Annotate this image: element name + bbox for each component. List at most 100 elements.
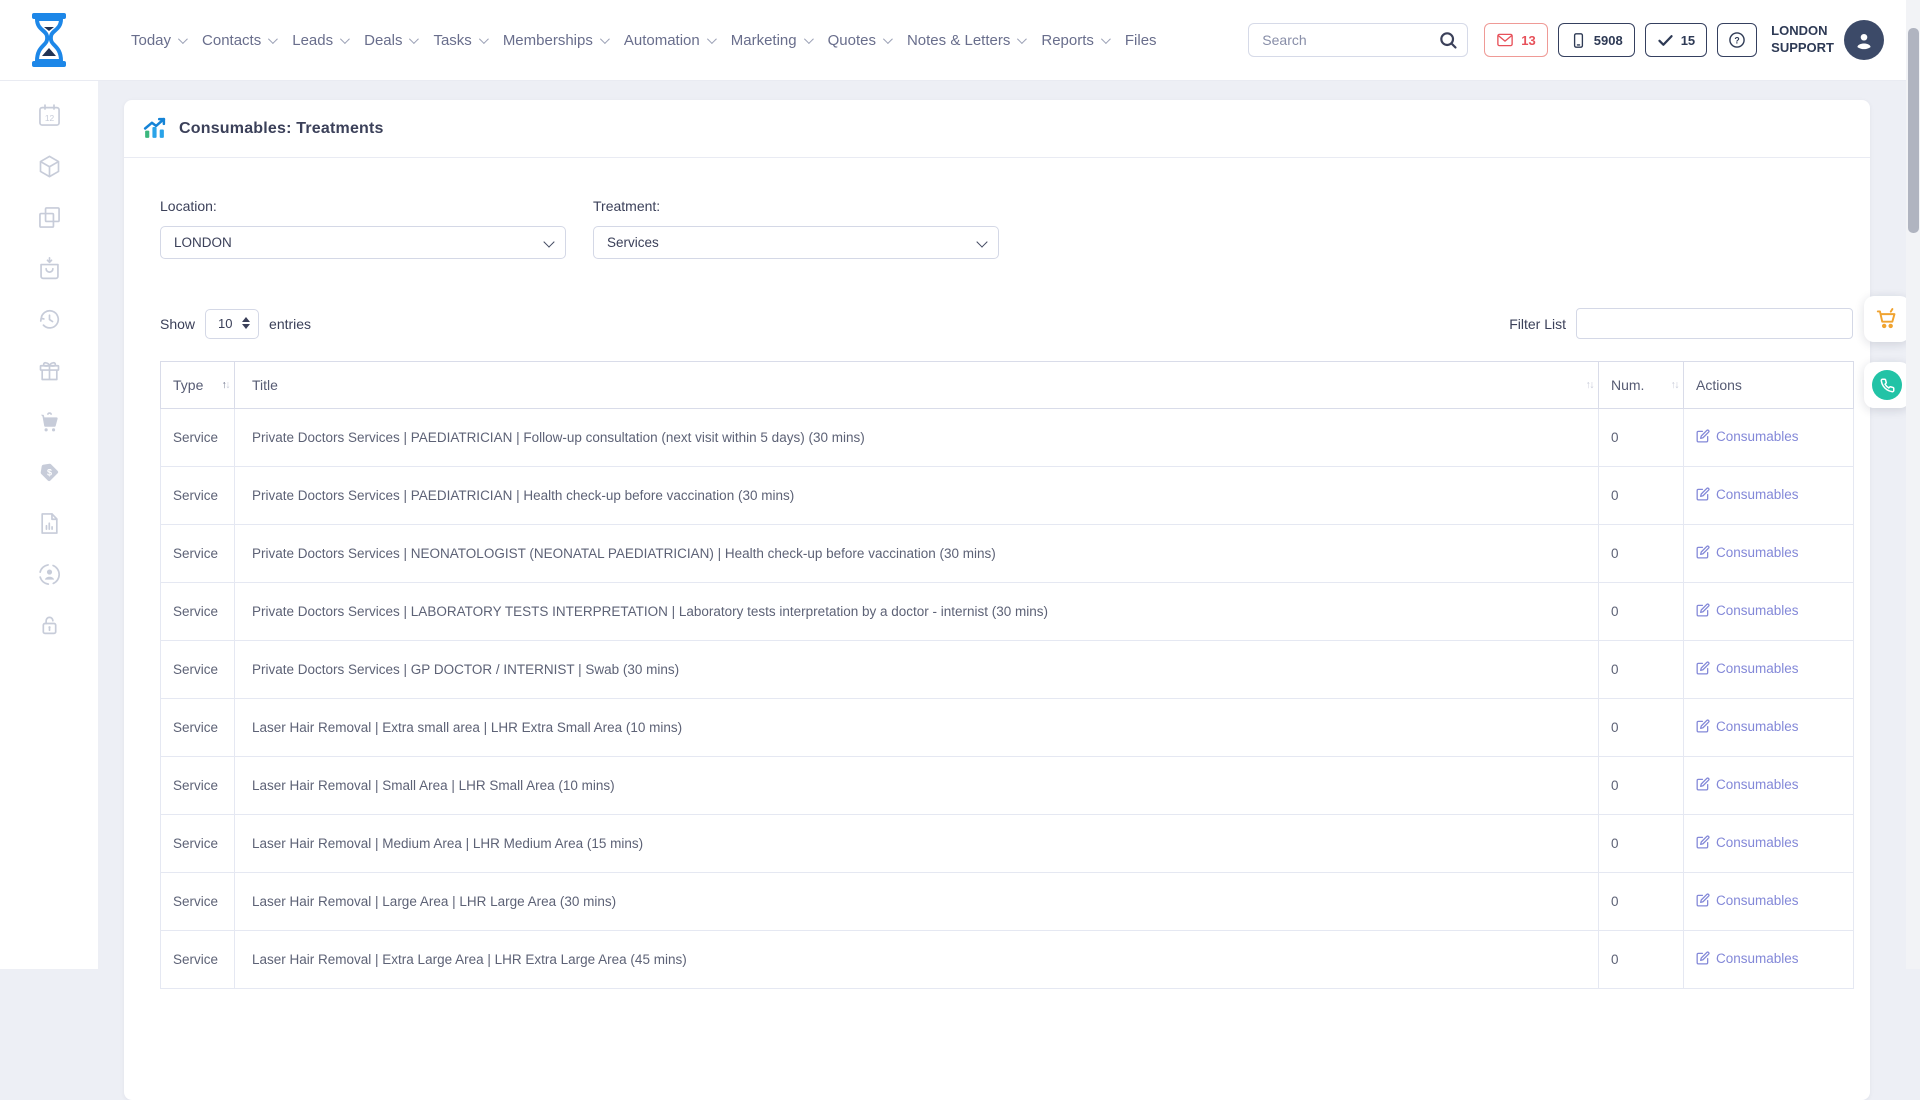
nav-item-quotes[interactable]: Quotes	[828, 32, 890, 49]
calendar-icon: 12	[36, 102, 63, 129]
sidebar-item-security[interactable]	[32, 612, 66, 639]
edit-icon	[1696, 603, 1710, 617]
svg-text:12: 12	[44, 113, 54, 123]
type-cell: Service	[161, 641, 235, 699]
filter-list-control: Filter List	[1509, 308, 1853, 339]
num-cell: 0	[1599, 699, 1684, 757]
scrollbar[interactable]	[1906, 0, 1920, 969]
sidebar-item-pricing[interactable]: $	[32, 459, 66, 486]
chevron-down-icon	[178, 34, 188, 44]
consumables-link[interactable]: Consumables	[1696, 603, 1799, 618]
nav-item-automation[interactable]: Automation	[624, 32, 714, 49]
column-header-title[interactable]: Title ↑↓	[235, 362, 1599, 409]
consumables-link[interactable]: Consumables	[1696, 835, 1799, 850]
page-header: Consumables: Treatments	[124, 100, 1870, 158]
location-select[interactable]: LONDON	[160, 226, 566, 259]
location-selected-value: LONDON	[174, 235, 232, 250]
page-title: Consumables: Treatments	[179, 120, 384, 138]
table-header-row: Type ↑↓ Title ↑↓ Num. ↑↓ Actions	[161, 362, 1854, 409]
calls-badge[interactable]: 5908	[1558, 23, 1635, 57]
consumables-link[interactable]: Consumables	[1696, 429, 1799, 444]
consumables-link[interactable]: Consumables	[1696, 661, 1799, 676]
type-cell: Service	[161, 931, 235, 989]
chevron-down-icon	[409, 34, 419, 44]
sidebar-item-account[interactable]	[32, 561, 66, 588]
sidebar-item-history[interactable]	[32, 306, 66, 333]
sidebar-item-products[interactable]	[32, 153, 66, 180]
page-length-value: 10	[218, 316, 232, 331]
consumables-link[interactable]: Consumables	[1696, 545, 1799, 560]
actions-cell: Consumables	[1684, 409, 1854, 467]
chevron-down-icon	[883, 34, 893, 44]
sidebar-item-duplicates[interactable]	[32, 204, 66, 231]
actions-cell: Consumables	[1684, 525, 1854, 583]
actions-cell: Consumables	[1684, 641, 1854, 699]
account-circle-icon	[36, 561, 63, 588]
tasks-count: 15	[1681, 33, 1695, 48]
filter-list-input[interactable]	[1576, 308, 1853, 339]
type-cell: Service	[161, 583, 235, 641]
table-row: Service Laser Hair Removal | Medium Area…	[161, 815, 1854, 873]
table-row: Service Laser Hair Removal | Small Area …	[161, 757, 1854, 815]
nav-item-today[interactable]: Today	[131, 32, 185, 49]
sidebar-item-reports[interactable]	[32, 510, 66, 537]
sidebar-item-orders[interactable]	[32, 255, 66, 282]
actions-cell: Consumables	[1684, 583, 1854, 641]
consumables-link[interactable]: Consumables	[1696, 951, 1799, 966]
messages-count: 13	[1521, 33, 1535, 48]
phone-fab-button[interactable]	[1864, 362, 1910, 408]
sidebar-item-gifts[interactable]	[32, 357, 66, 384]
consumables-link[interactable]: Consumables	[1696, 777, 1799, 792]
treatment-selected-value: Services	[607, 235, 659, 250]
consumables-link[interactable]: Consumables	[1696, 719, 1799, 734]
nav-item-leads[interactable]: Leads	[292, 32, 347, 49]
actions-cell: Consumables	[1684, 815, 1854, 873]
help-button[interactable]: ?	[1717, 23, 1757, 57]
edit-icon	[1696, 951, 1710, 965]
actions-cell: Consumables	[1684, 931, 1854, 989]
nav-item-contacts[interactable]: Contacts	[202, 32, 275, 49]
app-logo[interactable]	[0, 12, 98, 68]
search-input[interactable]	[1248, 23, 1468, 57]
sidebar-item-calendar[interactable]: 12	[32, 102, 66, 129]
hourglass-logo-icon	[27, 12, 71, 68]
edit-icon	[1696, 777, 1710, 791]
chevron-down-icon	[340, 34, 350, 44]
nav-item-notes-letters[interactable]: Notes & Letters	[907, 32, 1024, 49]
table-row: Service Private Doctors Services | PAEDI…	[161, 467, 1854, 525]
cart-fab-button[interactable]	[1864, 296, 1910, 342]
mobile-phone-icon	[1570, 32, 1587, 49]
title-cell: Laser Hair Removal | Extra Large Area | …	[235, 931, 1599, 989]
edit-icon	[1696, 545, 1710, 559]
messages-badge[interactable]: 13	[1484, 23, 1547, 57]
main-nav: Today Contacts Leads Deals Tasks Members…	[131, 32, 1157, 49]
table-row: Service Laser Hair Removal | Extra Large…	[161, 931, 1854, 989]
sidebar-item-cart[interactable]	[32, 408, 66, 435]
scrollbar-thumb[interactable]	[1908, 28, 1919, 233]
page-length-select[interactable]: 10	[205, 309, 259, 339]
title-cell: Laser Hair Removal | Small Area | LHR Sm…	[235, 757, 1599, 815]
search-icon[interactable]	[1438, 30, 1458, 55]
column-header-num[interactable]: Num. ↑↓	[1599, 362, 1684, 409]
question-circle-icon: ?	[1727, 30, 1747, 50]
nav-item-memberships[interactable]: Memberships	[503, 32, 607, 49]
treatment-select[interactable]: Services	[593, 226, 999, 259]
consumables-link[interactable]: Consumables	[1696, 893, 1799, 908]
nav-item-reports[interactable]: Reports	[1041, 32, 1108, 49]
table-row: Service Private Doctors Services | PAEDI…	[161, 409, 1854, 467]
nav-item-deals[interactable]: Deals	[364, 32, 416, 49]
lock-icon	[36, 612, 63, 639]
svg-text:$: $	[46, 467, 51, 477]
consumables-link[interactable]: Consumables	[1696, 487, 1799, 502]
sidebar: 12 $	[0, 80, 98, 969]
num-cell: 0	[1599, 757, 1684, 815]
avatar[interactable]	[1844, 20, 1884, 60]
phone-icon	[1872, 370, 1902, 400]
nav-item-marketing[interactable]: Marketing	[731, 32, 811, 49]
nav-item-tasks[interactable]: Tasks	[433, 32, 485, 49]
column-header-type[interactable]: Type ↑↓	[161, 362, 235, 409]
treatments-table: Type ↑↓ Title ↑↓ Num. ↑↓ Actions Service…	[160, 361, 1854, 989]
nav-item-files[interactable]: Files	[1125, 32, 1157, 49]
tasks-badge[interactable]: 15	[1645, 23, 1707, 57]
num-cell: 0	[1599, 409, 1684, 467]
